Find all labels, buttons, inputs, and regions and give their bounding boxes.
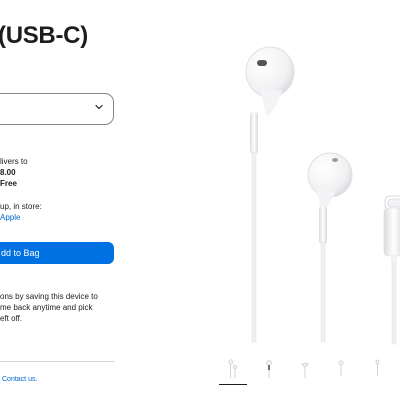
earbud-right (307, 152, 353, 343)
thumbnail-strip (219, 356, 400, 386)
chevron-down-icon (95, 104, 103, 110)
save-message-line-2: me back anytime and pick (0, 303, 93, 312)
add-to-bag-button[interactable]: dd to Bag (0, 242, 114, 264)
option-select[interactable] (0, 93, 114, 125)
contact-link[interactable]: Contact us. (2, 374, 37, 385)
save-message-line-3: eft off. (0, 314, 23, 323)
delivery-label: livers to (0, 157, 28, 166)
pickup-label: up, in store: (0, 202, 42, 211)
save-message-line-1: ons by saving this device to (0, 292, 98, 301)
product-image-earpods (245, 46, 400, 345)
thumbnail-5[interactable] (363, 356, 391, 382)
thumbnail-4[interactable] (327, 356, 355, 382)
earbud-left (245, 46, 295, 343)
thumbnail-3[interactable] (291, 356, 319, 382)
usb-c-connector (383, 195, 400, 345)
thumbnail-2[interactable] (255, 356, 283, 382)
product-page: (USB-C) livers to 8.00 Free up, in store… (0, 0, 400, 400)
store-link[interactable]: Apple (0, 212, 20, 223)
delivery-price: 8.00 (0, 168, 16, 177)
thumbnail-1[interactable] (219, 356, 247, 385)
product-title: (USB-C) (0, 22, 88, 49)
divider (0, 361, 114, 362)
delivery-shipping: Free (0, 179, 17, 188)
